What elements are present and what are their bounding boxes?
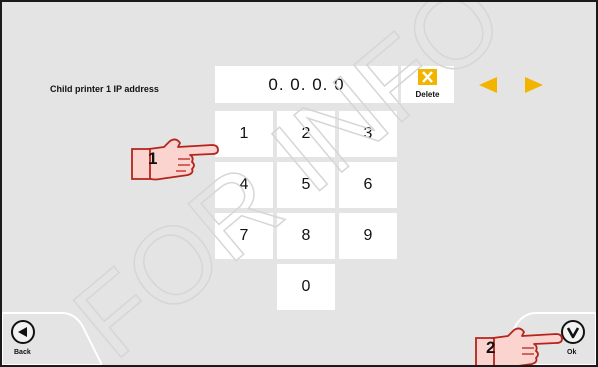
pointing-hand-icon xyxy=(131,138,219,181)
key-8[interactable]: 8 xyxy=(277,213,335,259)
key-3[interactable]: 3 xyxy=(339,111,397,157)
callout-1: 1 xyxy=(130,135,222,183)
back-label: Back xyxy=(14,349,31,356)
key-9[interactable]: 9 xyxy=(339,213,397,259)
ip-address-value: 0. 0. 0. 0 xyxy=(268,74,345,94)
key-6[interactable]: 6 xyxy=(339,162,397,208)
ip-address-field[interactable]: 0. 0. 0. 0 xyxy=(215,66,398,103)
ip-address-label: Child printer 1 IP address xyxy=(50,84,159,94)
delete-label: Delete xyxy=(415,90,440,99)
key-7[interactable]: 7 xyxy=(215,213,273,259)
ip-address-screen: Child printer 1 IP address 0. 0. 0. 0 De… xyxy=(0,0,598,367)
key-5[interactable]: 5 xyxy=(277,162,335,208)
callout-2-number: 2 xyxy=(486,338,496,357)
key-4[interactable]: 4 xyxy=(215,162,273,208)
callout-2: 2 xyxy=(474,324,566,365)
callout-1-number: 1 xyxy=(148,149,158,168)
arrow-right-icon[interactable] xyxy=(525,77,543,93)
numeric-keypad: 1 2 3 4 5 6 7 8 9 0 xyxy=(215,111,397,311)
key-2[interactable]: 2 xyxy=(277,111,335,157)
delete-x-icon xyxy=(418,69,437,85)
delete-button[interactable]: Delete xyxy=(401,66,454,103)
key-1[interactable]: 1 xyxy=(215,111,273,157)
ok-label: Ok xyxy=(567,349,577,356)
back-icon xyxy=(11,320,35,344)
arrow-left-icon[interactable] xyxy=(479,77,497,93)
key-0[interactable]: 0 xyxy=(277,264,335,310)
back-button[interactable]: Back xyxy=(2,305,102,365)
